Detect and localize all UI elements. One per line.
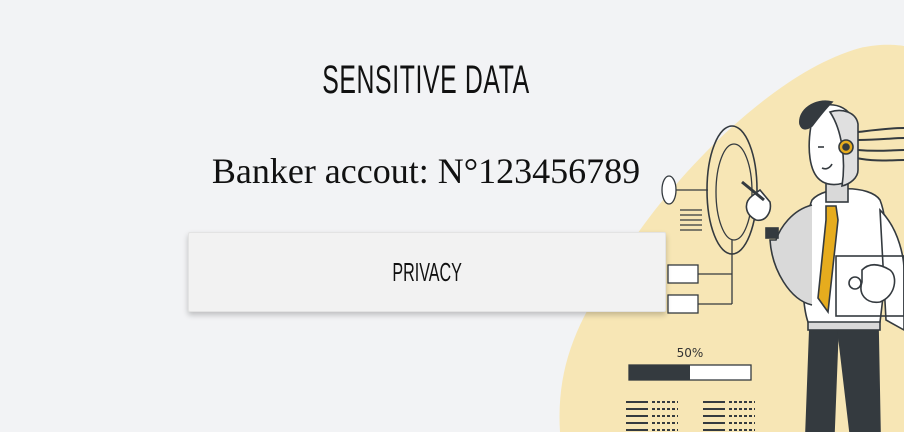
progress-percent-label: 50%: [677, 346, 704, 360]
privacy-button-label: PRIVACY: [392, 256, 462, 287]
bank-account-number: Banker accout: N°123456789: [211, 151, 641, 191]
progress-fill: [629, 365, 690, 380]
privacy-button[interactable]: PRIVACY: [188, 232, 666, 312]
diagram-box-top: [667, 264, 699, 284]
page-title: SENSITIVE DATA: [322, 58, 530, 102]
diagram-box-bottom: [667, 294, 699, 314]
